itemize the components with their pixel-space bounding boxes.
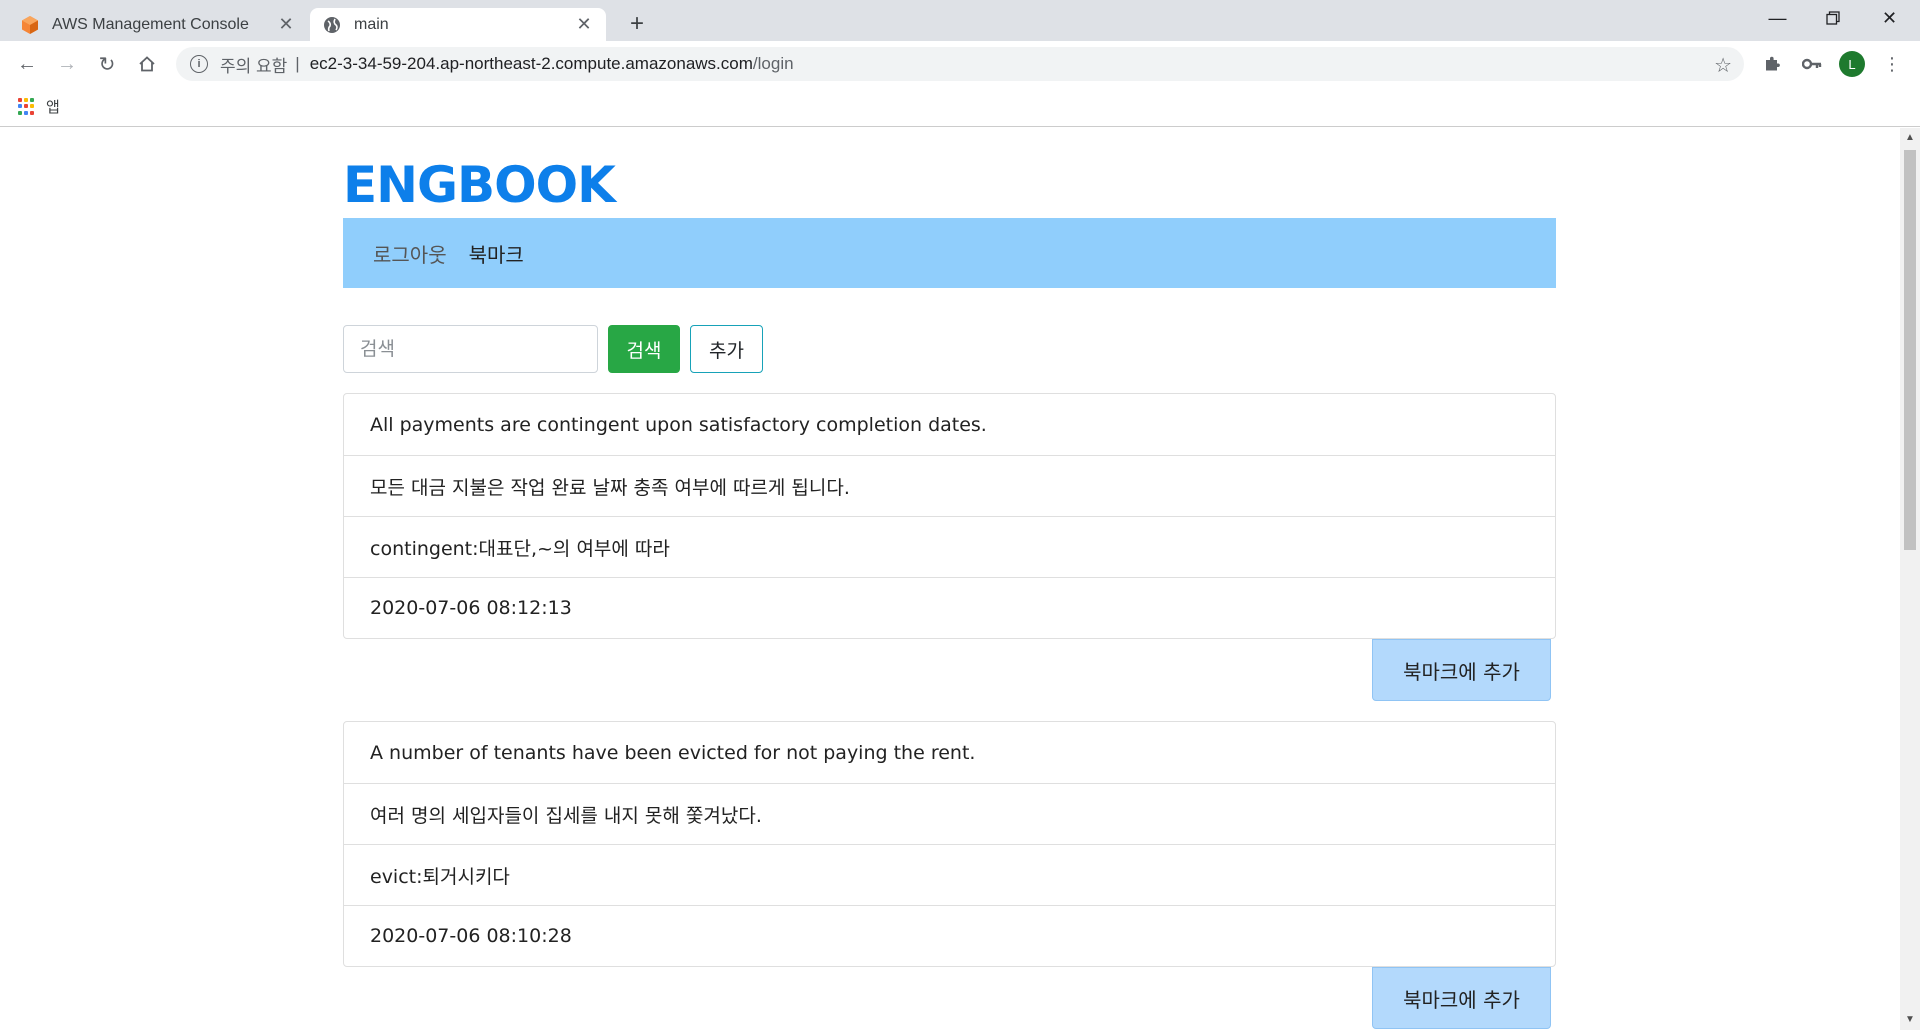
scroll-down-arrow-icon[interactable]: ▼ [1904,1014,1916,1026]
card-actions: 북마크에 추가 [343,639,1556,701]
vocab-note: contingent:대표단,~의 여부에 따라 [344,516,1555,577]
bookmark-star-icon[interactable]: ☆ [1714,53,1732,78]
apps-shortcut[interactable]: 앱 [18,96,60,117]
main-container: ENGBOOK 로그아웃 북마크 검색 추가 All payments are … [343,128,1556,1029]
address-separator: | [295,54,300,73]
translation-text: 여러 명의 세입자들이 집세를 내지 못해 쫓겨났다. [344,783,1555,844]
nav-logout-link[interactable]: 로그아웃 [373,239,447,268]
scrollbar-thumb[interactable] [1904,150,1916,550]
add-to-bookmark-button[interactable]: 북마크에 추가 [1372,967,1551,1029]
browser-toolbar: ← → ↻ i 주의 요함 | ec2-3-34-59-204.ap-north… [0,41,1920,87]
tab-aws-console[interactable]: AWS Management Console ✕ [8,8,308,41]
key-icon[interactable] [1796,48,1828,80]
menu-kebab-icon[interactable]: ⋮ [1876,48,1908,80]
url-path: /login [752,54,794,73]
vocab-note: evict:퇴거시키다 [344,844,1555,905]
scroll-up-arrow-icon[interactable]: ▲ [1904,132,1916,144]
sentence-text: All payments are contingent upon satisfa… [370,413,987,436]
sentence-card: All payments are contingent upon satisfa… [343,393,1556,639]
apps-label: 앱 [46,99,60,116]
globe-icon [324,16,340,33]
translation-text: 모든 대금 지불은 작업 완료 날짜 충족 여부에 따르게 됩니다. [344,455,1555,516]
extensions-puzzle-icon[interactable] [1756,48,1788,80]
tab-title: main [354,15,389,33]
timestamp: 2020-07-06 08:12:13 [344,577,1555,638]
close-tab-icon[interactable]: ✕ [276,14,296,35]
address-bar[interactable]: i 주의 요함 | ec2-3-34-59-204.ap-northeast-2… [176,47,1744,81]
close-window-icon[interactable]: ✕ [1862,0,1917,36]
back-arrow-icon[interactable]: ← [11,48,43,80]
add-button[interactable]: 추가 [690,325,763,373]
page-scrollbar[interactable]: ▲ ▼ [1900,128,1920,1030]
apps-grid-icon [18,97,36,116]
search-input[interactable] [343,325,598,373]
search-form: 검색 추가 [343,325,1556,373]
security-warning: 주의 요함 [220,56,288,76]
sentence-card: A number of tenants have been evicted fo… [343,721,1556,967]
add-to-bookmark-button[interactable]: 북마크에 추가 [1372,639,1551,701]
home-icon[interactable] [131,48,163,80]
close-tab-icon[interactable]: ✕ [574,14,594,35]
top-navbar: 로그아웃 북마크 [343,218,1556,288]
aws-cube-icon [22,15,38,34]
card-actions: 북마크에 추가 [343,967,1556,1029]
new-tab-plus-icon[interactable]: + [622,9,652,39]
minimize-icon[interactable]: — [1750,0,1805,36]
bookmarks-bar: 앱 [0,87,1920,127]
forward-arrow-icon[interactable]: → [51,48,83,80]
tab-title: AWS Management Console [52,15,249,33]
restore-icon[interactable] [1805,0,1860,36]
search-button[interactable]: 검색 [608,325,680,373]
profile-avatar[interactable]: L [1839,51,1865,77]
tab-strip: AWS Management Console ✕ main ✕ + — ✕ [0,0,1920,41]
sentence-text: A number of tenants have been evicted fo… [370,741,976,764]
nav-bookmark-link[interactable]: 북마크 [469,239,524,268]
tab-main[interactable]: main ✕ [310,8,606,41]
site-brand[interactable]: ENGBOOK [343,152,1556,218]
timestamp: 2020-07-06 08:10:28 [344,905,1555,966]
url-host: ec2-3-34-59-204.ap-northeast-2.compute.a… [309,54,753,73]
info-icon[interactable]: i [190,55,208,73]
reload-icon[interactable]: ↻ [91,48,123,80]
page-viewport: ENGBOOK 로그아웃 북마크 검색 추가 All payments are … [0,128,1900,1030]
